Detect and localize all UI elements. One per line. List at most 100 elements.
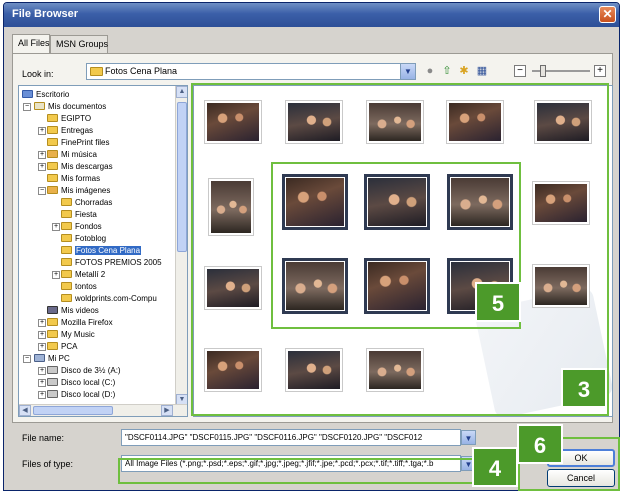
tree-item[interactable]: Metallí 2 <box>61 269 105 280</box>
tree-item[interactable]: Fondos <box>61 221 102 232</box>
look-in-dropdown[interactable]: Fotos Cena Plana ▼ <box>86 63 416 80</box>
floppy-drive-icon <box>47 366 58 374</box>
expand-icon[interactable]: + <box>38 163 46 171</box>
new-folder-icon[interactable]: ✱ <box>456 63 472 79</box>
chevron-down-icon[interactable]: ▼ <box>400 64 415 79</box>
folder-icon <box>61 210 72 218</box>
tree-item[interactable]: Mi música <box>47 149 97 160</box>
callout-frame-4 <box>118 458 476 484</box>
folder-icon <box>47 126 58 134</box>
tab-all-files[interactable]: All Files <box>12 34 50 53</box>
tree-vertical-scrollbar[interactable]: ▲ ▼ <box>175 86 187 406</box>
expand-icon[interactable]: + <box>38 331 46 339</box>
folder-icon <box>61 258 72 266</box>
scroll-thumb[interactable] <box>177 102 187 252</box>
expand-icon[interactable]: + <box>38 151 46 159</box>
file-name-field[interactable]: "DSCF0114.JPG" "DSCF0115.JPG" "DSCF0116.… <box>121 429 461 446</box>
expand-icon[interactable]: + <box>38 319 46 327</box>
tree-item[interactable]: Fiesta <box>61 209 97 220</box>
tree-item[interactable]: Mis documentos <box>34 101 106 112</box>
zoom-out-button[interactable]: − <box>514 65 526 77</box>
tab-msn-groups[interactable]: MSN Groups <box>50 35 108 53</box>
zoom-slider[interactable] <box>532 65 590 77</box>
tree-item[interactable]: Escritorio <box>22 89 69 100</box>
folder-tree[interactable]: Escritorio − Mis documentos EGIPTO + Ent… <box>18 85 188 417</box>
folder-icon <box>47 138 58 146</box>
scroll-right-icon[interactable]: ▶ <box>161 405 173 416</box>
tree-item[interactable]: Mis descargas <box>47 161 113 172</box>
tree-item[interactable]: Mis videos <box>47 305 99 316</box>
expand-icon[interactable]: + <box>38 391 46 399</box>
folder-icon <box>61 234 72 242</box>
folder-icon <box>47 330 58 338</box>
callout-badge-4: 4 <box>472 447 518 487</box>
window-title: File Browser <box>12 8 79 20</box>
documents-icon <box>34 102 45 110</box>
tree-item[interactable]: Mis formas <box>47 173 100 184</box>
expand-icon[interactable]: + <box>38 367 46 375</box>
zoom-in-button[interactable]: + <box>594 65 606 77</box>
collapse-icon[interactable]: − <box>23 103 31 111</box>
folder-icon <box>61 198 72 206</box>
tree-item[interactable]: Chorradas <box>61 197 112 208</box>
tree-item[interactable]: Disco local (D:) <box>47 389 115 400</box>
callout-badge-6: 6 <box>517 424 563 464</box>
folder-icon <box>47 318 58 326</box>
tree-item[interactable]: FinePrint files <box>47 137 109 148</box>
tree-item[interactable]: Mi PC <box>34 353 70 364</box>
tree-item-selected[interactable]: Fotos Cena Plana <box>61 245 142 256</box>
tree-item[interactable]: Fotoblog <box>61 233 106 244</box>
folder-icon <box>47 114 58 122</box>
callout-badge-3: 3 <box>561 368 607 408</box>
look-in-value: Fotos Cena Plana <box>105 66 178 76</box>
scroll-up-icon[interactable]: ▲ <box>176 86 187 98</box>
tree-item[interactable]: EGIPTO <box>47 113 91 124</box>
folder-icon <box>61 282 72 290</box>
tree-item[interactable]: FOTOS PREMIOS 2005 <box>61 257 162 268</box>
music-folder-icon <box>47 150 58 158</box>
hard-drive-icon <box>47 378 58 386</box>
tree-item[interactable]: Disco local (C:) <box>47 377 115 388</box>
tree-item[interactable]: PCA <box>47 341 77 352</box>
callout-badge-5: 5 <box>475 282 521 322</box>
collapse-icon[interactable]: − <box>38 187 46 195</box>
tree-item[interactable]: tontos <box>61 281 97 292</box>
desktop-icon <box>22 90 33 98</box>
tree-item[interactable]: My Music <box>47 329 95 340</box>
tree-item[interactable]: Mis imágenes <box>47 185 110 196</box>
chevron-down-icon[interactable]: ▼ <box>461 430 476 445</box>
tree-item[interactable]: Disco de 3½ (A:) <box>47 365 121 376</box>
tree-horizontal-scrollbar[interactable]: ◀ ▶ <box>19 404 187 416</box>
close-icon[interactable]: ✕ <box>599 6 616 23</box>
folder-open-icon <box>61 246 72 254</box>
folder-icon <box>90 67 103 76</box>
scroll-thumb[interactable] <box>33 406 113 415</box>
title-bar[interactable]: File Browser ✕ <box>4 3 619 27</box>
folder-icon <box>61 294 72 302</box>
folder-icon <box>61 270 72 278</box>
back-icon[interactable]: ● <box>422 63 438 79</box>
up-folder-icon[interactable]: ⇧ <box>439 63 455 79</box>
zoom-slider-thumb[interactable] <box>540 65 546 77</box>
computer-icon <box>34 354 45 362</box>
expand-icon[interactable]: + <box>38 379 46 387</box>
tree-item[interactable]: woldprints.com-Compu <box>61 293 157 304</box>
folder-icon <box>47 342 58 350</box>
hard-drive-icon <box>47 390 58 398</box>
look-in-label: Look in: <box>22 69 54 79</box>
expand-icon[interactable]: + <box>52 223 60 231</box>
pictures-folder-icon <box>47 186 58 194</box>
tree-item[interactable]: Mozilla Firefox <box>47 317 113 328</box>
scroll-left-icon[interactable]: ◀ <box>19 405 31 416</box>
folder-icon <box>61 222 72 230</box>
expand-icon[interactable]: + <box>52 271 60 279</box>
tree-item[interactable]: Entregas <box>47 125 93 136</box>
folder-icon <box>47 174 58 182</box>
videos-folder-icon <box>47 306 58 314</box>
collapse-icon[interactable]: − <box>23 355 31 363</box>
expand-icon[interactable]: + <box>38 127 46 135</box>
view-menu-icon[interactable]: ▦ <box>474 63 490 79</box>
expand-icon[interactable]: + <box>38 343 46 351</box>
folder-icon <box>47 162 58 170</box>
file-name-label: File name: <box>22 433 65 443</box>
